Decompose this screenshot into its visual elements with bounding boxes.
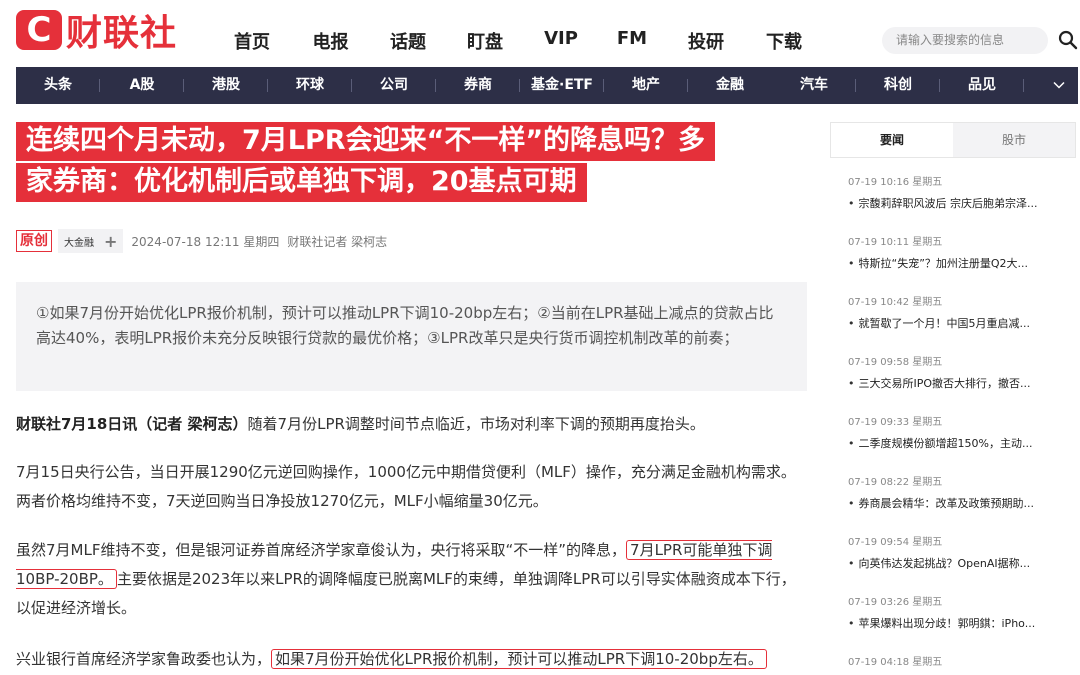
article-title: 连续四个月未动，7月LPR会迎来“不一样”的降息吗？多 家券商：优化机制后或单独… — [16, 122, 816, 204]
nav-telegraph[interactable]: 电报 — [292, 28, 369, 54]
article-title-line: 家券商：优化机制后或单独下调，20基点可期 — [16, 163, 587, 202]
channel-brokers[interactable]: 券商 — [436, 67, 520, 104]
topic-tag[interactable]: 大金融 + — [58, 229, 124, 253]
article-title-line: 连续四个月未动，7月LPR会迎来“不一样”的降息吗？多 — [16, 122, 716, 161]
news-time: 07-19 10:16 星期五 — [848, 177, 943, 188]
news-item[interactable]: 07-19 03:26 星期五 苹果爆料出现分歧！郭明錤：iPho... — [848, 596, 1068, 631]
news-item[interactable]: 07-19 09:58 星期五 三大交易所IPO撤否大排行，撤否... — [848, 356, 1068, 391]
tab-headlines[interactable]: 要闻 — [831, 123, 953, 157]
news-time: 07-19 03:26 星期五 — [848, 597, 943, 608]
channel-funds-etf[interactable]: 基金·ETF — [520, 67, 604, 104]
news-item[interactable]: 07-19 10:42 星期五 就暂歇了一个月！中国5月重启减... — [848, 296, 1068, 331]
paragraph-text: 虽然7月MLF维持不变，但是银河证券首席经济学家章俊认为，央行将采取“不一样”的… — [16, 541, 627, 559]
news-title[interactable]: 特斯拉“失宠”？加州注册量Q2大... — [848, 257, 1068, 271]
channel-pinjian[interactable]: 品见 — [940, 67, 1024, 104]
paragraph-text: 主要依据是2023年以来LPR的调降幅度已脱离MLF的束缚，单独调降LPR可以引… — [16, 570, 796, 617]
article-paragraph: 兴业银行首席经济学家鲁政委也认为， 如果7月份开始优化LPR报价机制，预计可以推动… — [16, 645, 808, 674]
sidebar-tabs: 要闻 股市 — [830, 122, 1076, 158]
news-title[interactable]: 就暂歇了一个月！中国5月重启减... — [848, 317, 1068, 331]
publish-date: 2024-07-18 12:11 星期四 — [131, 234, 280, 249]
logo-text: 财联社 — [66, 13, 178, 54]
logo-mark: C — [16, 10, 62, 50]
site-header: C 财联社 首页 电报 话题 盯盘 VIP FM 投研 下载 请输入要搜索的信息 — [0, 0, 1080, 66]
highlighted-quote: 如果7月份开始优化LPR报价机制，预计可以推动LPR下调10-20bp左右。 — [271, 649, 767, 669]
news-title[interactable]: 向英伟达发起挑战？OpenAI据称... — [848, 557, 1068, 571]
news-item[interactable]: 07-19 04:18 星期五 — [848, 656, 1068, 670]
news-item[interactable]: 07-19 09:33 星期五 二季度规模份额增超150%，主动... — [848, 416, 1068, 451]
plus-icon[interactable]: + — [104, 232, 117, 251]
article-paragraph: 7月15日央行公告，当日开展1290亿元逆回购操作，1000亿元中期借贷便利（M… — [16, 463, 796, 510]
topic-tag-label: 大金融 — [64, 237, 94, 249]
article-summary: ①如果7月份开始优化LPR报价机制，预计可以推动LPR下调10-20bp左右；②… — [16, 282, 807, 391]
channel-star-market[interactable]: 科创 — [856, 67, 940, 104]
nav-home[interactable]: 首页 — [212, 28, 292, 54]
site-logo[interactable]: C 财联社 — [16, 8, 177, 54]
nav-download[interactable]: 下载 — [747, 28, 821, 54]
search-icon[interactable] — [1058, 30, 1078, 50]
news-time: 07-19 10:11 星期五 — [848, 237, 943, 248]
article-paragraph: 财联社7月18日讯（记者 梁柯志）随着7月份LPR调整时间节点临近，市场对利率下… — [16, 410, 808, 439]
channel-nav: 头条 A股 港股 环球 公司 券商 基金·ETF 地产 金融 汽车 科创 品见 — [16, 67, 1078, 104]
news-time: 07-19 09:33 星期五 — [848, 417, 943, 428]
channel-auto[interactable]: 汽车 — [772, 67, 856, 104]
channel-finance[interactable]: 金融 — [688, 67, 772, 104]
article-author: 财联社记者 梁柯志 — [287, 234, 388, 249]
news-item[interactable]: 07-19 08:22 星期五 券商晨会精华：改革及政策预期助... — [848, 476, 1068, 511]
top-nav: 首页 电报 话题 盯盘 VIP FM 投研 下载 — [212, 28, 821, 54]
nav-watch[interactable]: 盯盘 — [447, 28, 523, 54]
channel-headlines[interactable]: 头条 — [16, 67, 100, 104]
news-time: 07-19 09:58 星期五 — [848, 357, 943, 368]
channel-companies[interactable]: 公司 — [352, 67, 436, 104]
search-input[interactable]: 请输入要搜索的信息 — [882, 27, 1048, 54]
nav-fm[interactable]: FM — [599, 28, 665, 54]
news-title[interactable]: 三大交易所IPO撤否大排行，撤否... — [848, 377, 1068, 391]
tab-stock-market[interactable]: 股市 — [953, 123, 1075, 157]
news-title[interactable]: 苹果爆料出现分歧！郭明錤：iPho... — [848, 617, 1068, 631]
channel-a-shares[interactable]: A股 — [100, 67, 184, 104]
nav-topics[interactable]: 话题 — [369, 28, 447, 54]
news-time: 07-19 09:54 星期五 — [848, 537, 943, 548]
news-title[interactable]: 二季度规模份额增超150%，主动... — [848, 437, 1068, 451]
article-meta: 原创 大金融 + 2024-07-18 12:11 星期四 财联社记者 梁柯志 — [16, 229, 387, 253]
nav-research[interactable]: 投研 — [665, 28, 747, 54]
channel-real-estate[interactable]: 地产 — [604, 67, 688, 104]
article-paragraph: 虽然7月MLF维持不变，但是银河证券首席经济学家章俊认为，央行将采取“不一样”的… — [16, 536, 808, 623]
news-item[interactable]: 07-19 10:16 星期五 宗馥莉辞职风波后 宗庆后胞弟宗泽... — [848, 176, 1068, 211]
channel-global[interactable]: 环球 — [268, 67, 352, 104]
nav-vip[interactable]: VIP — [523, 28, 599, 54]
paragraph-text: 兴业银行首席经济学家鲁政委也认为， — [16, 650, 272, 668]
news-time: 07-19 10:42 星期五 — [848, 297, 943, 308]
channel-hk-shares[interactable]: 港股 — [184, 67, 268, 104]
news-item[interactable]: 07-19 09:54 星期五 向英伟达发起挑战？OpenAI据称... — [848, 536, 1068, 571]
paragraph-text: 随着7月份LPR调整时间节点临近，市场对利率下调的预期再度抬头。 — [247, 415, 705, 433]
news-time: 07-19 04:18 星期五 — [848, 657, 943, 668]
dateline: 财联社7月18日讯（记者 梁柯志） — [16, 415, 248, 433]
news-title[interactable]: 券商晨会精华：改革及政策预期助... — [848, 497, 1068, 511]
news-time: 07-19 08:22 星期五 — [848, 477, 943, 488]
chevron-down-icon[interactable] — [1052, 78, 1066, 92]
news-item[interactable]: 07-19 10:11 星期五 特斯拉“失宠”？加州注册量Q2大... — [848, 236, 1068, 271]
news-title[interactable]: 宗馥莉辞职风波后 宗庆后胞弟宗泽... — [848, 197, 1068, 211]
original-badge: 原创 — [16, 230, 52, 252]
